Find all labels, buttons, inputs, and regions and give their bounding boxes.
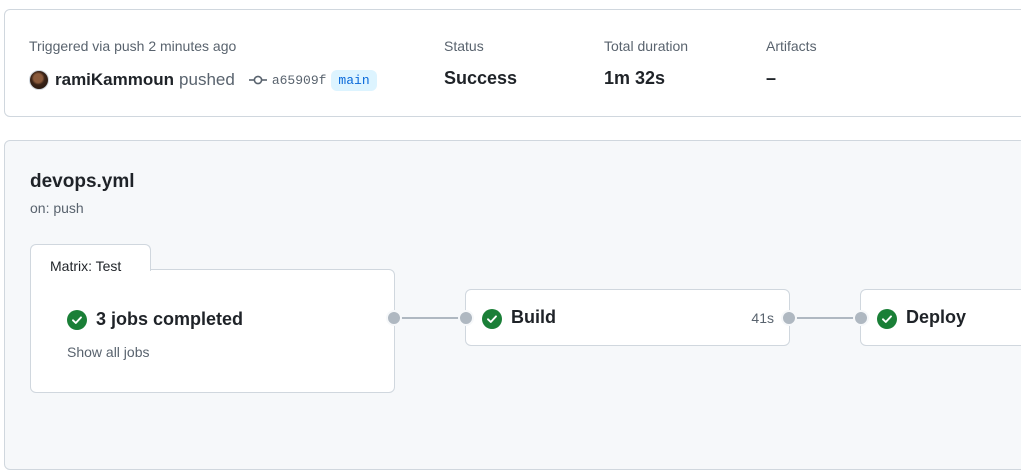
edge-line xyxy=(795,317,855,319)
job-build[interactable]: Build 41s xyxy=(465,289,790,346)
git-commit-icon xyxy=(248,75,267,85)
matrix-job-group[interactable]: 3 jobs completed Show all jobs xyxy=(30,269,395,393)
edge-line xyxy=(400,317,460,319)
duration-value: 1m 32s xyxy=(604,68,666,88)
edge-node-in xyxy=(458,310,474,326)
status-value: Success xyxy=(444,68,518,88)
check-circle-fill-icon xyxy=(482,309,502,329)
matrix-tab: Matrix: Test xyxy=(30,244,151,274)
edge-node-out xyxy=(386,310,402,326)
status-label: Status xyxy=(444,38,484,54)
avatar[interactable] xyxy=(29,70,49,90)
matrix-status-text: 3 jobs completed xyxy=(96,309,244,329)
trigger-row: ramiKammoun pushed a65909f main xyxy=(29,69,377,91)
show-all-jobs-link[interactable]: Show all jobs xyxy=(67,344,150,360)
artifacts-value: – xyxy=(766,68,777,88)
workflow-trigger: on: push xyxy=(30,200,84,216)
duration-label: Total duration xyxy=(604,38,689,54)
job-deploy[interactable]: Deploy xyxy=(860,289,1021,346)
artifacts-label: Artifacts xyxy=(766,38,817,54)
job-duration: 41s xyxy=(751,310,774,326)
commit-sha-link[interactable]: a65909f xyxy=(272,73,327,88)
run-summary: Triggered via push 2 minutes ago ramiKam… xyxy=(4,9,1021,117)
workflow-file-name: devops.yml xyxy=(30,171,135,192)
job-name: Build xyxy=(511,307,556,327)
job-name: Deploy xyxy=(906,307,967,327)
trigger-text: Triggered via push 2 minutes ago xyxy=(29,38,237,54)
edge-node-out xyxy=(781,310,797,326)
workflow-graph: devops.yml on: push Matrix: Test 3 jobs … xyxy=(4,140,1021,470)
actor-link[interactable]: ramiKammoun xyxy=(55,70,174,90)
check-circle-fill-icon xyxy=(67,310,87,330)
branch-badge[interactable]: main xyxy=(331,69,377,91)
action-text: pushed xyxy=(179,70,235,89)
check-circle-fill-icon xyxy=(877,309,897,329)
edge-node-in xyxy=(853,310,869,326)
matrix-tab-label: Matrix: Test xyxy=(50,258,122,274)
